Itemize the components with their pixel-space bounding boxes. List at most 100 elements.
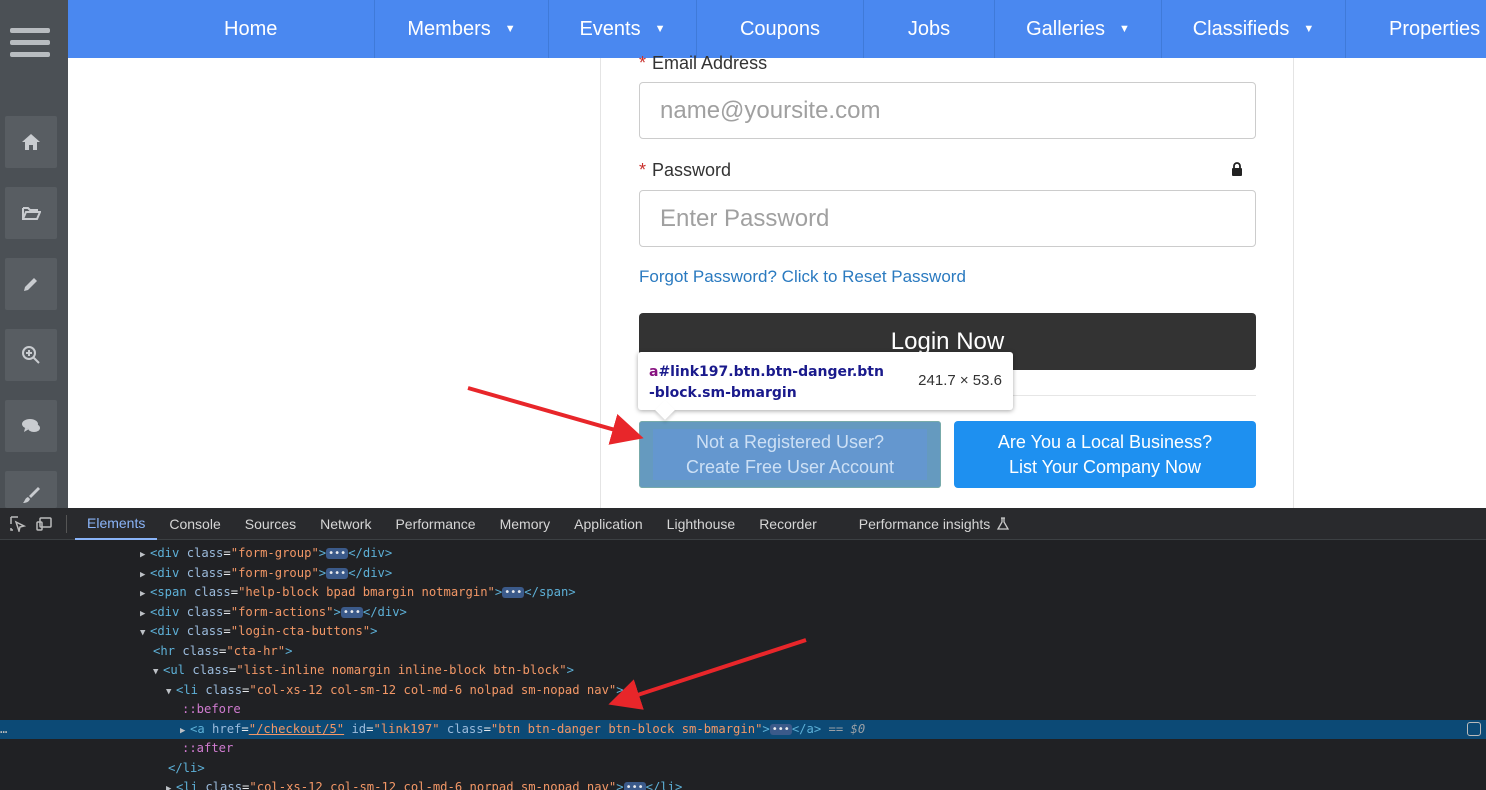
- tab-performance[interactable]: Performance: [383, 508, 487, 540]
- tag-name: <div: [150, 604, 180, 619]
- dom-tree-node[interactable]: </li>: [0, 759, 1486, 779]
- tab-memory[interactable]: Memory: [488, 508, 563, 540]
- comments-icon[interactable]: [5, 400, 57, 452]
- create-account-button[interactable]: Not a Registered User? Create Free User …: [639, 421, 941, 488]
- password-label: * Password: [639, 160, 731, 181]
- menu-icon[interactable]: [10, 28, 50, 60]
- password-field[interactable]: [639, 190, 1256, 247]
- tab-application[interactable]: Application: [562, 508, 655, 540]
- nav-classifieds[interactable]: Classifieds ▼: [1162, 0, 1346, 58]
- chevron-down-icon: ▼: [504, 23, 516, 35]
- nav-members[interactable]: Members ▼: [375, 0, 549, 58]
- inspector-tooltip: a#link197.btn.btn-danger.btn-block.sm-bm…: [638, 352, 1013, 420]
- dom-tree-node[interactable]: <hr class="cta-hr">: [0, 642, 1486, 662]
- collapsed-children-icon[interactable]: •••: [326, 548, 349, 559]
- pencil-icon[interactable]: [5, 258, 57, 310]
- list-company-line2: List Your Company Now: [1008, 456, 1202, 477]
- chevron-down-icon: ▼: [654, 23, 666, 35]
- email-field[interactable]: [639, 82, 1256, 139]
- password-label-text: Password: [652, 160, 732, 180]
- forgot-password-link[interactable]: Forgot Password? Click to Reset Password: [639, 267, 966, 287]
- nav-jobs[interactable]: Jobs: [864, 0, 995, 58]
- nav-galleries[interactable]: Galleries ▼: [995, 0, 1162, 58]
- copy-icon[interactable]: [1467, 721, 1481, 736]
- collapsed-children-icon[interactable]: •••: [623, 782, 646, 790]
- password-input[interactable]: [640, 191, 1255, 246]
- attribute-value: "form-actions": [230, 604, 334, 619]
- equals: =: [230, 585, 239, 599]
- list-company-line1: Are You a Local Business?: [997, 431, 1213, 452]
- tooltip-selector-text: #link197.btn.btn-danger.btn-block.sm-bma…: [649, 364, 884, 401]
- tab-elements[interactable]: Elements: [75, 508, 158, 540]
- equals: =: [223, 604, 231, 619]
- login-panel: *Email Address *Password Forgot Password…: [600, 53, 1294, 508]
- tag-bracket: >: [566, 663, 574, 677]
- tab-network[interactable]: Network: [308, 508, 383, 540]
- tag-bracket: >: [616, 780, 624, 790]
- required-mark: *: [639, 160, 647, 180]
- collapsed-children-icon[interactable]: •••: [502, 587, 525, 598]
- tab-performance-insights[interactable]: Performance insights: [847, 508, 1023, 540]
- inspect-element-icon[interactable]: [7, 514, 27, 534]
- tag-name: <div: [150, 624, 180, 638]
- tab-console[interactable]: Console: [157, 508, 232, 540]
- collapsed-children-icon[interactable]: •••: [340, 606, 363, 618]
- device-toolbar-icon[interactable]: [34, 514, 54, 534]
- devtools-tabbar: Elements Console Sources Network Perform…: [0, 508, 1486, 540]
- attribute-value: "login-cta-buttons": [230, 624, 371, 638]
- list-company-button[interactable]: Are You a Local Business? List Your Comp…: [954, 421, 1256, 488]
- dom-tree-node[interactable]: ▶ <div class="form-group"> ••• </div>: [0, 564, 1486, 584]
- required-mark: *: [639, 53, 647, 73]
- attribute-value: "col-xs-12 col-sm-12 col-md-6 nolpad sm-…: [249, 682, 617, 697]
- attribute-name: class: [186, 604, 224, 619]
- pseudo-element: ::before: [182, 702, 241, 716]
- email-input[interactable]: [640, 83, 1255, 138]
- closing-tag: </div>: [362, 604, 407, 619]
- home-icon[interactable]: [5, 116, 57, 168]
- tooltip-selector: a#link197.btn.btn-danger.btn-block.sm-bm…: [649, 362, 889, 404]
- dom-tree-node[interactable]: ▼ <ul class="list-inline nomargin inline-…: [0, 661, 1486, 681]
- collapsed-children-icon[interactable]: •••: [326, 567, 349, 579]
- attribute-name: class: [186, 546, 224, 560]
- collapsed-triangle-icon: ▶: [166, 784, 172, 790]
- dom-tree-node[interactable]: ▶ <a href="/checkout/5" id="link197" clas…: [0, 719, 1486, 740]
- dom-tree-node[interactable]: ▶ <li class="col-xs-12 col-sm-12 col-md-6…: [0, 778, 1486, 790]
- row-menu-icon[interactable]: …: [0, 720, 7, 740]
- nav-coupons-label: Coupons: [739, 17, 821, 40]
- admin-sidebar: [0, 0, 68, 508]
- tag-bracket: >: [318, 565, 327, 580]
- dom-tree-node[interactable]: ▶ <span class="help-block bpad bmargin no…: [0, 583, 1486, 603]
- collapsed-children-icon[interactable]: •••: [769, 723, 792, 735]
- attribute-value: "list-inline nomargin inline-block btn-b…: [236, 663, 567, 677]
- nav-members-label: Members: [407, 17, 491, 40]
- dom-tree-node[interactable]: ▼ <li class="col-xs-12 col-sm-12 col-md-6…: [0, 681, 1486, 701]
- dom-tree-node[interactable]: ▼ <div class="login-cta-buttons">: [0, 622, 1486, 642]
- dom-tree-node[interactable]: ::before: [0, 700, 1486, 720]
- attribute-name: class: [182, 643, 220, 658]
- paintbrush-icon[interactable]: [5, 471, 57, 508]
- nav-events-label: Events: [579, 17, 641, 40]
- tab-recorder[interactable]: Recorder: [747, 508, 829, 540]
- nav-events[interactable]: Events ▼: [549, 0, 697, 58]
- attribute-name: class: [192, 663, 230, 677]
- dom-tree-node[interactable]: ▶ <div class="form-actions"> ••• </div>: [0, 603, 1486, 623]
- dom-tree-node[interactable]: ▶ <div class="form-group"> ••• </div>: [0, 544, 1486, 564]
- tag-name: <div: [150, 546, 180, 560]
- tab-lighthouse[interactable]: Lighthouse: [655, 508, 748, 540]
- nav-coupons[interactable]: Coupons: [697, 0, 864, 58]
- tag-name: <li: [176, 682, 199, 697]
- tab-sources[interactable]: Sources: [233, 508, 308, 540]
- zoom-in-icon[interactable]: [5, 329, 57, 381]
- attribute-value: "form-group": [230, 546, 319, 560]
- dom-tree-node[interactable]: ::after: [0, 739, 1486, 759]
- tag-bracket: >: [333, 604, 341, 619]
- folder-open-icon[interactable]: [5, 187, 57, 239]
- attribute-value: "form-group": [230, 565, 319, 580]
- nav-home[interactable]: Home: [68, 0, 375, 58]
- tag-name: <span: [150, 585, 187, 599]
- tag-bracket: >: [318, 546, 327, 560]
- closing-tag: </li>: [168, 760, 205, 775]
- nav-properties-label: Properties: [1389, 17, 1481, 40]
- nav-properties[interactable]: Properties: [1346, 0, 1486, 58]
